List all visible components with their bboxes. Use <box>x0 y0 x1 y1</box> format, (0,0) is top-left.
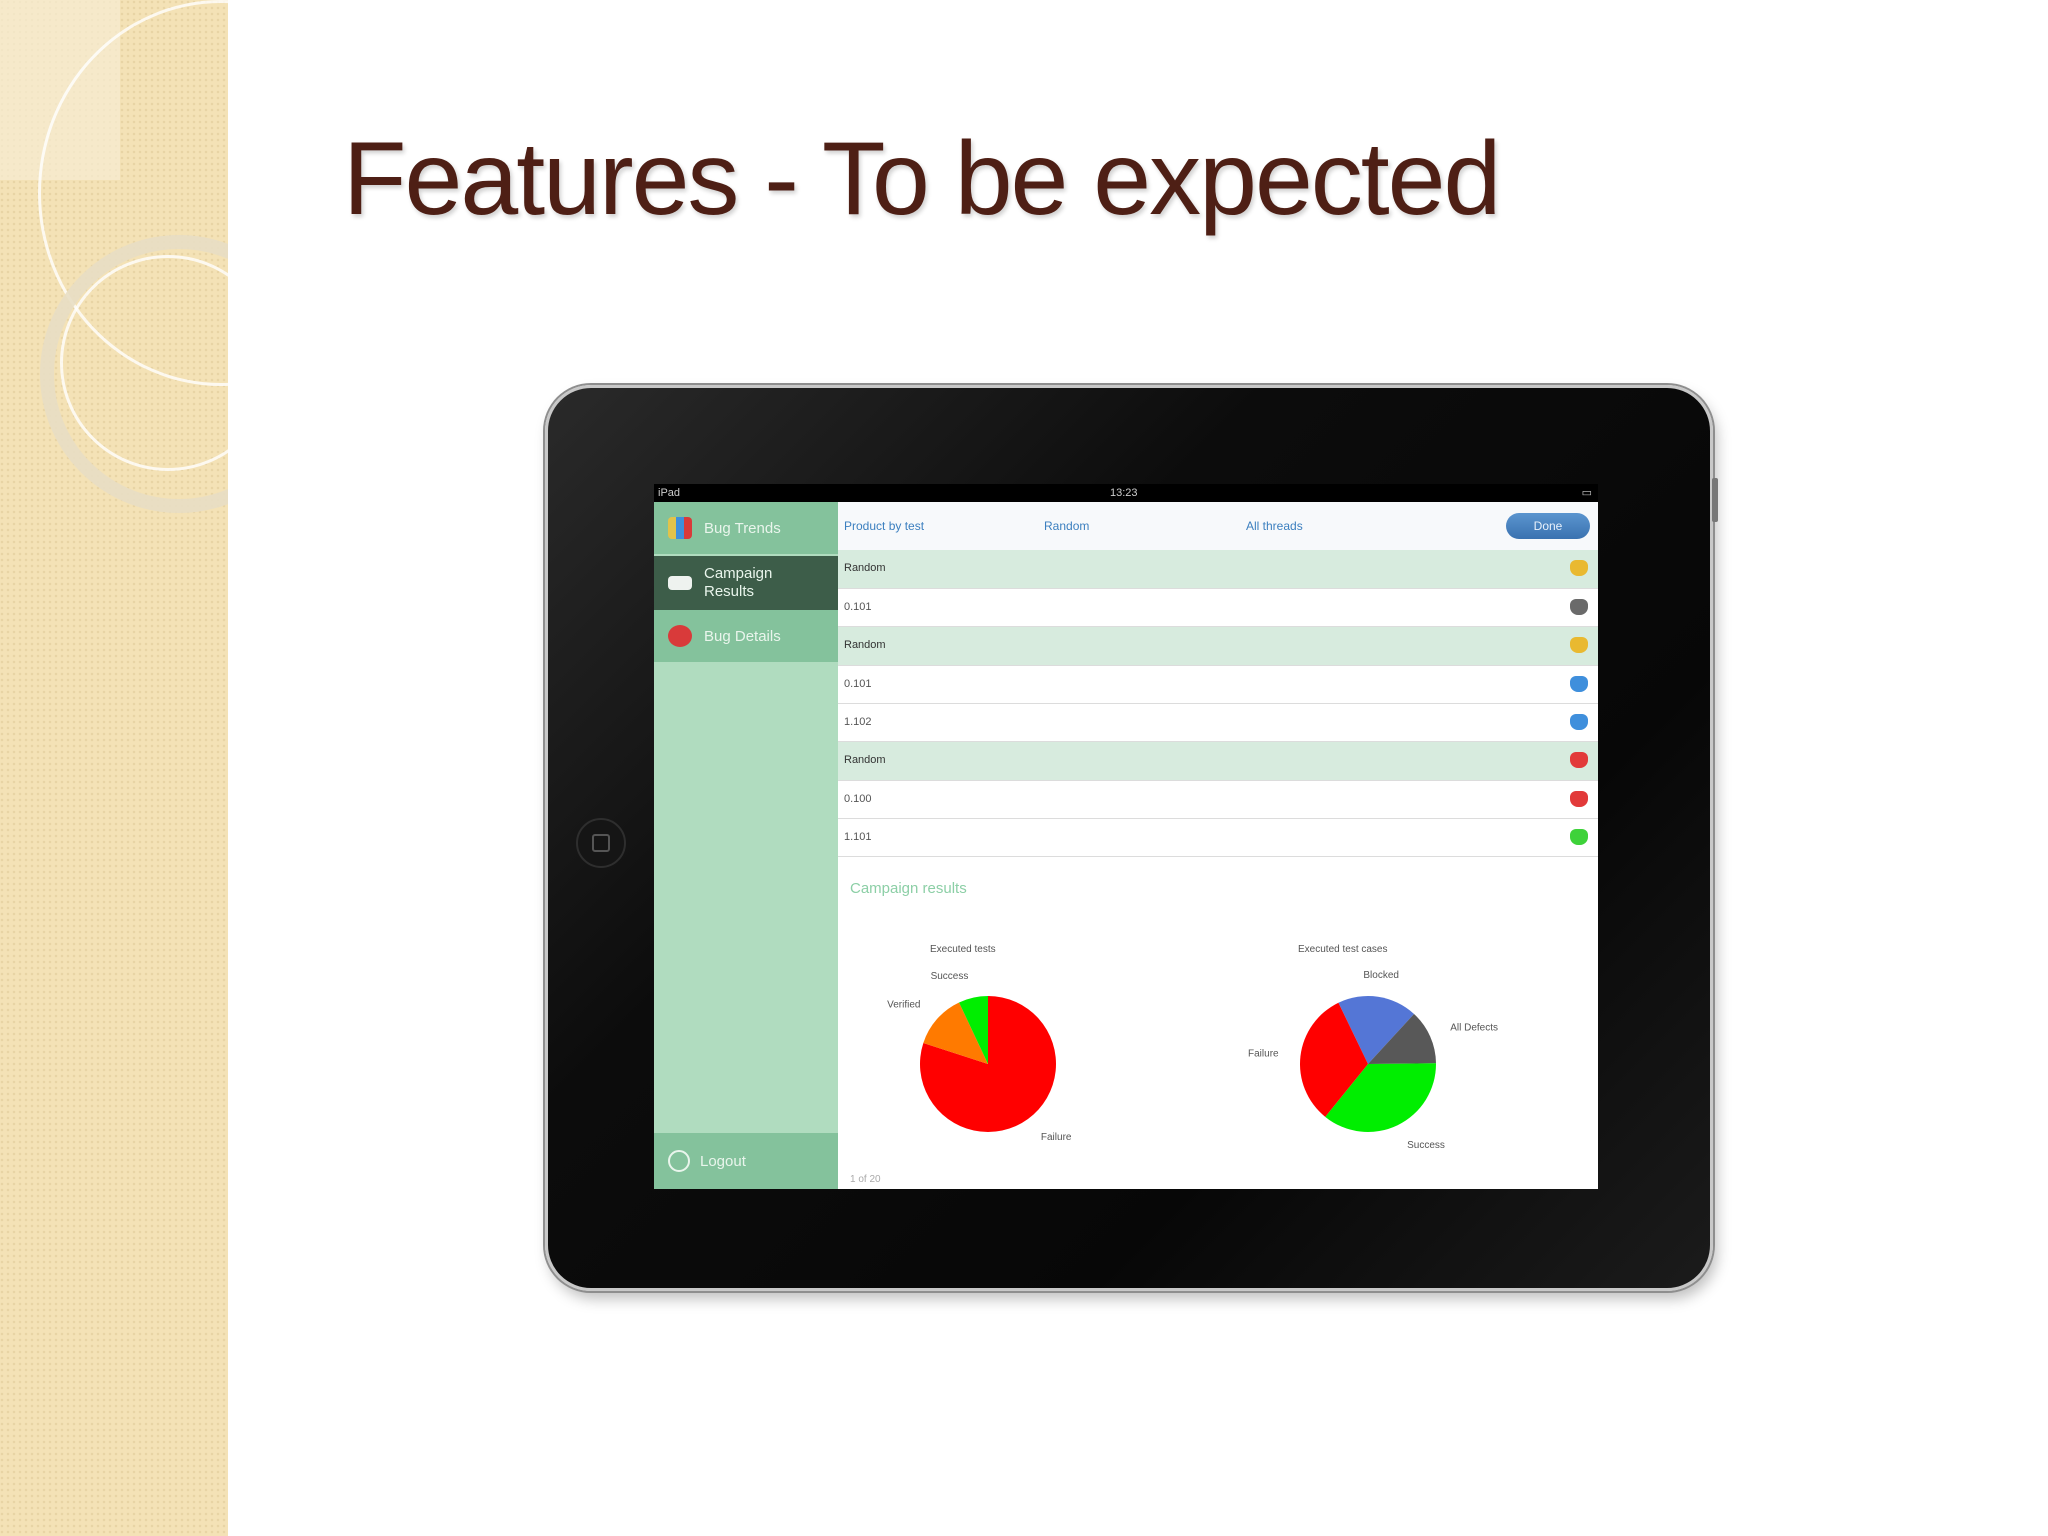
status-icon <box>1570 560 1588 576</box>
group-header-row[interactable]: Random <box>838 550 1598 589</box>
table-row[interactable]: 1.101 <box>838 819 1598 857</box>
decorative-side-strip <box>0 0 228 1536</box>
sidebar-item-label: Campaign Results <box>704 565 773 600</box>
tab-all-threads[interactable]: All threads <box>1246 519 1303 533</box>
bug-trends-icon <box>668 517 692 539</box>
ipad-device-frame: iPad 13:23 ▭ Bug Trends Campaign Results… <box>545 385 1718 1291</box>
row-text: Random <box>844 562 886 574</box>
slide-title: Features - To be expected <box>343 121 1501 237</box>
done-button[interactable]: Done <box>1506 513 1590 539</box>
status-carrier: iPad <box>658 487 681 499</box>
power-icon <box>668 1150 690 1172</box>
pie-label: Verified <box>887 999 920 1010</box>
chart-title-executed-test-cases: Executed test cases <box>1298 944 1388 955</box>
status-icon <box>1570 714 1588 730</box>
battery-icon: ▭ <box>1581 487 1592 499</box>
row-text: 1.102 <box>844 716 872 728</box>
main-content: Product by test Random All threads Done … <box>838 502 1598 1189</box>
table-row[interactable]: 0.100 <box>838 781 1598 819</box>
status-bar: iPad 13:23 ▭ <box>654 484 1598 502</box>
status-icon <box>1570 829 1588 845</box>
pie-label: Failure <box>1041 1132 1072 1143</box>
pie-label: Success <box>1407 1140 1445 1151</box>
status-icon <box>1570 752 1588 768</box>
sidebar-item-label: Bug Details <box>704 627 781 645</box>
results-list: Random 0.101 Random 0.101 1.102 Random 0.100 1.… <box>838 550 1598 857</box>
status-time: 13:23 <box>1110 487 1138 499</box>
status-icon <box>1570 791 1588 807</box>
table-row[interactable]: 0.101 <box>838 589 1598 627</box>
pie-label: Failure <box>1248 1049 1279 1060</box>
sidebar-item-bug-trends[interactable]: Bug Trends <box>654 502 838 554</box>
status-icon <box>1570 599 1588 615</box>
row-text: 0.100 <box>844 793 872 805</box>
sidebar: Bug Trends Campaign Results Bug Details … <box>654 502 838 1189</box>
home-button[interactable] <box>576 818 626 868</box>
sidebar-item-label: Bug Trends <box>704 519 781 537</box>
table-row[interactable]: 0.101 <box>838 666 1598 704</box>
pie-label: Success <box>931 971 969 982</box>
status-icon <box>1570 676 1588 692</box>
sidebar-item-bug-details[interactable]: Bug Details <box>654 610 838 662</box>
table-row[interactable]: 1.102 <box>838 704 1598 742</box>
pie-label: All Defects <box>1450 1022 1498 1033</box>
logout-label: Logout <box>700 1152 746 1170</box>
pie-label: Blocked <box>1363 970 1399 981</box>
group-header-row[interactable]: Random <box>838 742 1598 781</box>
tab-product-by-test[interactable]: Product by test <box>844 519 924 533</box>
section-title: Campaign results <box>850 880 967 897</box>
chart-title-executed-tests: Executed tests <box>930 944 996 955</box>
row-text: Random <box>844 639 886 651</box>
row-text: 1.101 <box>844 831 872 843</box>
pie-chart-executed-tests: Failure Verified Success <box>887 971 1072 1143</box>
side-switch <box>1712 478 1718 522</box>
campaign-results-icon <box>668 576 692 590</box>
app-screen: iPad 13:23 ▭ Bug Trends Campaign Results… <box>654 484 1598 1189</box>
status-icon <box>1570 637 1588 653</box>
sidebar-item-campaign-results[interactable]: Campaign Results <box>654 556 838 610</box>
bug-details-icon <box>668 625 692 647</box>
toolbar: Product by test Random All threads Done <box>838 502 1598 551</box>
logout-button[interactable]: Logout <box>654 1133 838 1189</box>
pie-chart-executed-test-cases: Blocked All Defects Success Failure <box>1248 970 1498 1151</box>
pagination-note: 1 of 20 <box>850 1174 881 1185</box>
group-header-row[interactable]: Random <box>838 627 1598 666</box>
row-text: 0.101 <box>844 678 872 690</box>
tab-random[interactable]: Random <box>1044 519 1089 533</box>
row-text: Random <box>844 754 886 766</box>
row-text: 0.101 <box>844 601 872 613</box>
